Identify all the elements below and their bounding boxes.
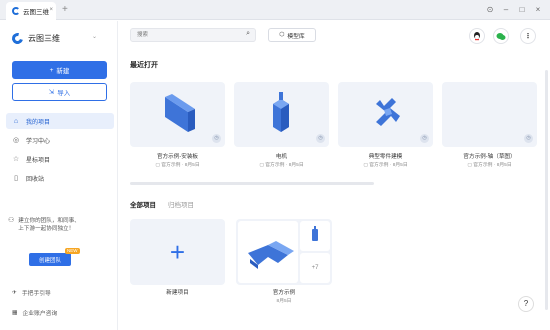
recent-card-title: 官方示例-安装板 bbox=[156, 154, 199, 160]
folder-preview-main bbox=[238, 221, 298, 283]
plane-icon: ✈ bbox=[12, 289, 17, 296]
maximize-icon[interactable]: □ bbox=[516, 4, 528, 16]
import-icon: ⇲ bbox=[48, 89, 55, 96]
wechat-icon bbox=[496, 32, 506, 40]
model-thumbnail bbox=[165, 94, 195, 132]
vertical-scrollbar[interactable] bbox=[545, 70, 548, 310]
tab-all-projects[interactable]: 全部项目 bbox=[130, 199, 156, 209]
tab-close-icon[interactable]: × bbox=[49, 7, 53, 13]
tab-title: 云图三维 bbox=[23, 9, 49, 16]
horizontal-scrollbar[interactable] bbox=[130, 182, 374, 185]
more-button[interactable]: ⋮ bbox=[520, 28, 536, 44]
recent-card[interactable]: ◷ bbox=[130, 82, 225, 147]
project-tabs: 全部项目 归档项目 bbox=[130, 199, 194, 209]
model-library-label: 模型库 bbox=[287, 33, 305, 40]
help-icon: ? bbox=[523, 299, 529, 308]
model-thumbnail bbox=[376, 98, 400, 126]
recent-card-meta: ▢ 官方示例 · 8月5日 bbox=[467, 163, 512, 168]
folder-date: 8月5日 bbox=[276, 299, 292, 304]
sidebar-item-label: 学习中心 bbox=[26, 138, 51, 145]
enterprise-consult-link[interactable]: ▦ 企业账户咨询 bbox=[12, 308, 58, 318]
model-thumbnail bbox=[312, 226, 318, 241]
recent-card-meta: ▢ 官方示例 · 8月5日 bbox=[259, 163, 304, 168]
tab-archived-projects[interactable]: 归档项目 bbox=[168, 199, 194, 209]
wechat-button[interactable] bbox=[493, 28, 509, 44]
enterprise-label: 企业账户咨询 bbox=[22, 311, 58, 317]
minimize-icon[interactable]: – bbox=[500, 4, 512, 16]
building-icon: ▦ bbox=[12, 309, 18, 316]
clock-icon: ◷ bbox=[420, 134, 429, 143]
team-icon: ⚇ bbox=[8, 217, 15, 224]
cube-icon: ⬡ bbox=[279, 32, 285, 38]
clock-icon: ◷ bbox=[316, 134, 325, 143]
project-folder-card[interactable]: +7 bbox=[236, 219, 332, 285]
recent-title: 最近打开 bbox=[130, 62, 158, 69]
avatar[interactable] bbox=[469, 28, 485, 44]
recent-card-title: 典型零件建模 bbox=[368, 154, 403, 160]
team-invite-panel: ⚇ 建立你的团队，和同事、 上下游一起协同独立！ 创建团队 NEW bbox=[8, 217, 112, 266]
search-box: ⌕ bbox=[130, 28, 256, 42]
model-thumbnail-empty bbox=[442, 82, 537, 147]
sidebar-nav: ⌂ 我的项目 ◎ 学习中心 ☆ 星标项目 ▯ 回收站 bbox=[6, 113, 114, 189]
trash-icon: ▯ bbox=[14, 175, 18, 182]
folder-more-count: +7 bbox=[300, 253, 330, 283]
help-button[interactable]: ? bbox=[518, 296, 534, 312]
guide-link[interactable]: ✈ 手把手引导 bbox=[12, 288, 51, 298]
app-tab[interactable]: 云图三维 × bbox=[6, 2, 56, 20]
compass-icon: ◎ bbox=[12, 137, 20, 144]
recent-card-title: 电机 bbox=[275, 154, 288, 160]
recent-card-meta: ▢ 官方示例 · 8月5日 bbox=[155, 163, 200, 168]
new-tab-icon[interactable]: + bbox=[62, 4, 68, 15]
title-bar: 云图三维 × + ⊙ – □ × bbox=[0, 0, 550, 20]
pin-icon[interactable]: ⊙ bbox=[484, 4, 496, 16]
folder-preview-side bbox=[300, 221, 330, 251]
app-logo-icon bbox=[12, 7, 20, 15]
home-icon: ⌂ bbox=[13, 117, 19, 125]
new-project-card[interactable]: + bbox=[130, 219, 225, 285]
clock-icon: ◷ bbox=[524, 134, 533, 143]
create-team-button[interactable]: 创建团队 bbox=[29, 253, 71, 266]
sidebar-item-label: 我的项目 bbox=[26, 119, 51, 126]
search-icon[interactable]: ⌕ bbox=[246, 30, 250, 38]
sidebar-item-label: 星标项目 bbox=[26, 157, 51, 164]
invite-text-line1: 建立你的团队，和同事、 bbox=[18, 218, 80, 224]
new-badge: NEW bbox=[65, 248, 80, 254]
qq-icon bbox=[474, 32, 480, 41]
recent-card[interactable]: ◷ bbox=[442, 82, 537, 147]
sidebar-item-recycle-bin[interactable]: ▯ 回收站 bbox=[6, 170, 114, 186]
clock-icon: ◷ bbox=[212, 134, 221, 143]
new-button-label: 新建 bbox=[56, 68, 70, 75]
model-thumbnail bbox=[273, 92, 289, 132]
sidebar-item-my-projects[interactable]: ⌂ 我的项目 bbox=[6, 113, 114, 129]
recent-card[interactable]: ◷ bbox=[338, 82, 433, 147]
search-input[interactable] bbox=[131, 29, 231, 41]
recent-card-title: 官方示例-轴（草图） bbox=[463, 154, 516, 160]
more-icon: ⋮ bbox=[524, 33, 532, 40]
folder-title: 官方示例 bbox=[272, 290, 296, 296]
plus-icon: + bbox=[169, 237, 186, 267]
guide-label: 手把手引导 bbox=[21, 291, 51, 297]
close-window-icon[interactable]: × bbox=[532, 4, 544, 16]
brand-logo-icon bbox=[9, 30, 26, 47]
import-button[interactable]: ⇲ 导入 bbox=[12, 83, 107, 101]
recent-card-meta: ▢ 官方示例 · 8月5日 bbox=[363, 163, 408, 168]
chevron-down-icon[interactable]: ⌄ bbox=[92, 33, 97, 40]
invite-text-line2: 上下游一起协同独立！ bbox=[18, 226, 75, 232]
sidebar-item-starred[interactable]: ☆ 星标项目 bbox=[6, 151, 114, 167]
new-button[interactable]: + 新建 bbox=[12, 61, 107, 79]
star-icon: ☆ bbox=[12, 156, 20, 163]
model-thumbnail bbox=[248, 241, 294, 269]
sidebar-item-label: 回收站 bbox=[26, 176, 45, 183]
brand-name: 云图三维 bbox=[28, 34, 60, 43]
sidebar: 云图三维 ⌄ + 新建 ⇲ 导入 ⌂ 我的项目 ◎ 学习中心 ☆ 星标项目 ▯ … bbox=[0, 21, 118, 330]
recent-card[interactable]: ◷ bbox=[234, 82, 329, 147]
plus-icon: + bbox=[49, 66, 54, 74]
new-project-label: 新建项目 bbox=[166, 290, 189, 296]
import-button-label: 导入 bbox=[57, 90, 71, 97]
model-library-button[interactable]: ⬡ 模型库 bbox=[268, 28, 316, 42]
brand[interactable]: 云图三维 bbox=[9, 30, 60, 47]
sidebar-item-learning-center[interactable]: ◎ 学习中心 bbox=[6, 132, 114, 148]
